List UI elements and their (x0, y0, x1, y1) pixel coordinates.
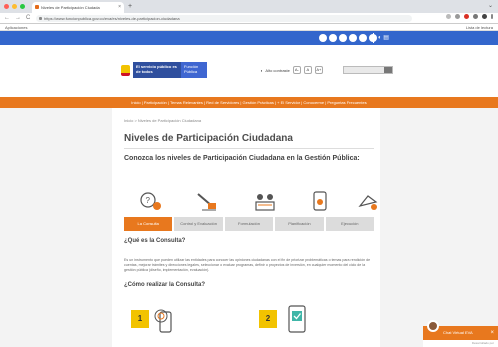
lock-icon (39, 17, 42, 20)
page-title: Niveles de Participación Ciudadana (124, 133, 293, 144)
favicon-icon (35, 5, 39, 9)
new-tab-button[interactable]: + (128, 2, 132, 11)
site-header (0, 45, 498, 97)
reading-list[interactable]: Lista de lectura (466, 24, 493, 31)
extension-icon[interactable] (464, 14, 469, 19)
colombia-shield-icon (121, 65, 130, 76)
close-icon[interactable]: × (490, 326, 494, 340)
target-phone-icon (154, 309, 172, 333)
chat-label: Chat Virtual EVA (443, 330, 473, 335)
section-paragraph: Es un instrumento que pueden utilizar la… (124, 258, 371, 272)
main-nav[interactable]: Inicio | Participación | Temas Relevante… (0, 97, 498, 108)
contrast-icon[interactable]: ◑ (260, 68, 262, 73)
page-gutter-right (380, 108, 498, 347)
gov-top-bar: ◐ ▤ (0, 31, 498, 45)
accessibility-icon[interactable]: ◐ ▤ (378, 34, 389, 42)
planning-icon[interactable] (305, 188, 335, 216)
address-bar-row: ← → C https://www.funcionpublica.gov.co/… (0, 13, 498, 24)
checklist-phone-icon (288, 305, 306, 333)
formulation-icon[interactable] (250, 188, 280, 216)
tab-title: Niveles de Participación Ciudada (41, 5, 100, 10)
reload-icon[interactable]: C (26, 14, 30, 22)
browser-tab[interactable]: Niveles de Participación Ciudada × (32, 2, 124, 13)
bookmarks-bar: Aplicaciones Lista de lectura (0, 24, 498, 31)
divider (124, 148, 374, 149)
chat-footer: Desarrollado por (423, 340, 498, 347)
extensions-area (446, 14, 493, 19)
svg-text:?: ? (146, 196, 151, 205)
tab-planificacion[interactable]: Planificación (275, 217, 324, 231)
minimize-window-icon[interactable] (12, 4, 17, 9)
execution-icon[interactable] (354, 188, 384, 216)
search-input[interactable] (343, 66, 393, 74)
bookmark-star-icon[interactable] (455, 14, 460, 19)
puzzle-icon[interactable] (473, 14, 478, 19)
url-text: https://www.funcionpublica.gov.co/eva/es… (44, 16, 180, 21)
control-evaluation-icon[interactable] (192, 188, 222, 216)
back-arrow-icon[interactable]: ← (4, 14, 10, 22)
tab-bar: Niveles de Participación Ciudada × + ⌄ (0, 0, 498, 13)
social-icon[interactable] (329, 34, 337, 42)
window-controls[interactable] (4, 4, 25, 9)
font-increase-button[interactable]: A+ (314, 66, 323, 74)
search-icon[interactable] (384, 67, 392, 73)
breadcrumb[interactable]: Inicio > Niveles de Participación Ciudad… (124, 118, 201, 123)
maximize-window-icon[interactable] (20, 4, 25, 9)
gov-social-icons (319, 34, 377, 42)
level-icons: ? (124, 188, 378, 218)
social-icon[interactable] (349, 34, 357, 42)
url-input[interactable]: https://www.funcionpublica.gov.co/eva/es… (36, 15, 412, 22)
contrast-label[interactable]: Alto contraste (265, 68, 289, 73)
share-icon[interactable] (446, 14, 451, 19)
tab-search-icon[interactable]: ⌄ (488, 2, 493, 9)
tab-ejecucion[interactable]: Ejecución (325, 217, 375, 231)
step-number-2: 2 (259, 310, 277, 328)
tab-consulta[interactable]: La Consulta (124, 217, 173, 231)
level-tabs: La Consulta Control y Evaluación Formula… (124, 217, 375, 231)
tab-close-icon[interactable]: × (118, 2, 121, 13)
divider (373, 33, 374, 43)
forward-arrow-icon[interactable]: → (15, 14, 21, 22)
profile-avatar[interactable] (482, 14, 487, 19)
social-icon[interactable] (319, 34, 327, 42)
font-reset-button[interactable]: A (303, 66, 312, 74)
accessibility-tools: ◑ Alto contraste A- A A+ (260, 66, 323, 74)
font-decrease-button[interactable]: A- (292, 66, 301, 74)
chat-avatar (427, 320, 439, 332)
close-window-icon[interactable] (4, 4, 9, 9)
step-number-1: 1 (131, 310, 149, 328)
social-icon[interactable] (359, 34, 367, 42)
site-logo[interactable]: El servicio público es de todos (133, 62, 181, 78)
section-heading-what: ¿Qué es la Consulta? (124, 238, 186, 244)
tab-formulacion[interactable]: Formulación (224, 217, 274, 231)
funcion-publica-logo[interactable]: Función Pública (181, 62, 207, 78)
social-icon[interactable] (339, 34, 347, 42)
page-gutter-left (0, 108, 112, 347)
menu-icon[interactable] (491, 14, 493, 19)
page-subtitle: Conozca los niveles de Participación Ciu… (124, 155, 360, 162)
consulta-icon[interactable]: ? (136, 188, 166, 216)
bookmark-apps[interactable]: Aplicaciones (5, 24, 27, 31)
section-heading-how: ¿Cómo realizar la Consulta? (124, 282, 206, 288)
tab-control-evaluacion[interactable]: Control y Evaluación (174, 217, 223, 231)
